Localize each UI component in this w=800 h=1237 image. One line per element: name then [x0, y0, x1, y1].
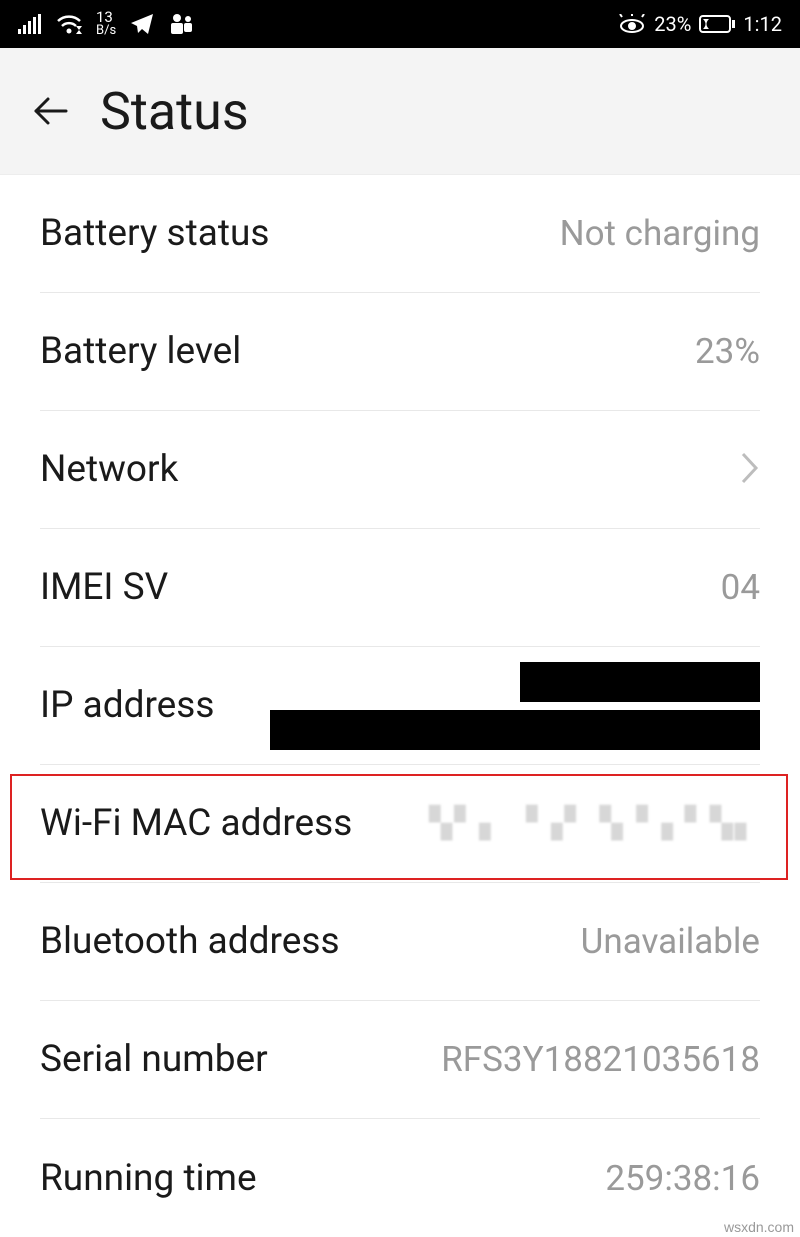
- row-running-time[interactable]: Running time 259:38:16: [40, 1119, 760, 1237]
- label-bluetooth: Bluetooth address: [40, 920, 340, 963]
- system-status-bar: 13 B/s 23% 1:12: [0, 0, 800, 48]
- label-network: Network: [40, 448, 178, 491]
- label-wifi-mac: Wi-Fi MAC address: [40, 802, 352, 845]
- value-imei-sv: 04: [721, 567, 760, 608]
- row-battery-status[interactable]: Battery status Not charging: [40, 175, 760, 293]
- label-ip-address: IP address: [40, 684, 214, 727]
- wifi-icon: [56, 14, 82, 34]
- telegram-icon: [130, 13, 154, 35]
- row-bluetooth[interactable]: Bluetooth address Unavailable: [40, 883, 760, 1001]
- label-running-time: Running time: [40, 1157, 257, 1200]
- eye-comfort-icon: [618, 14, 646, 34]
- value-wifi-mac-obscured: ▚▘▖▝▗▘▚▝▗▘▚▖: [429, 806, 760, 841]
- label-serial: Serial number: [40, 1038, 268, 1081]
- status-list: Battery status Not charging Battery leve…: [0, 175, 800, 1237]
- value-serial: RFS3Y18821035618: [441, 1039, 760, 1080]
- row-battery-level[interactable]: Battery level 23%: [40, 293, 760, 411]
- value-ip-address-redacted: [270, 662, 760, 750]
- value-bluetooth: Unavailable: [581, 921, 760, 962]
- label-battery-status: Battery status: [40, 212, 269, 255]
- value-running-time: 259:38:16: [605, 1158, 760, 1199]
- battery-icon: [699, 15, 735, 33]
- value-battery-status: Not charging: [560, 213, 760, 254]
- row-imei-sv[interactable]: IMEI SV 04: [40, 529, 760, 647]
- row-network[interactable]: Network: [40, 411, 760, 529]
- row-serial[interactable]: Serial number RFS3Y18821035618: [40, 1001, 760, 1119]
- network-speed: 13 B/s: [96, 11, 116, 36]
- page-title: Status: [100, 81, 249, 142]
- teams-icon: [168, 13, 194, 35]
- app-bar: Status: [0, 48, 800, 175]
- watermark: wsxdn.com: [724, 1219, 794, 1235]
- clock: 1:12: [743, 12, 782, 36]
- back-button[interactable]: [30, 91, 70, 131]
- speed-unit: B/s: [96, 25, 116, 37]
- row-wifi-mac[interactable]: Wi-Fi MAC address ▚▘▖▝▗▘▚▝▗▘▚▖: [40, 765, 760, 883]
- value-battery-level: 23%: [695, 331, 760, 372]
- label-battery-level: Battery level: [40, 330, 241, 373]
- label-imei-sv: IMEI SV: [40, 566, 168, 609]
- chevron-right-icon: [740, 451, 760, 489]
- battery-percent: 23%: [654, 12, 691, 36]
- row-ip-address[interactable]: IP address: [40, 647, 760, 765]
- cellular-signal-icon: [18, 14, 42, 34]
